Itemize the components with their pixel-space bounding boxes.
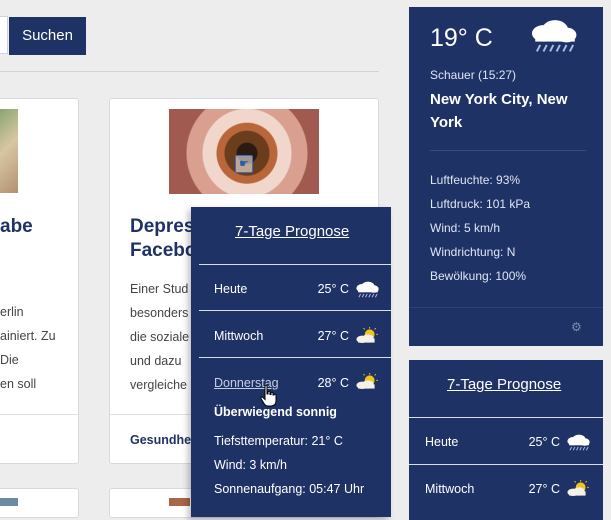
excerpt-line: die soziale bbox=[130, 330, 190, 344]
rain-cloud-icon bbox=[530, 19, 578, 53]
forecast-divider bbox=[409, 417, 603, 418]
top-divider bbox=[0, 71, 379, 72]
forecast-panel-title[interactable]: 7-Tage Prognose bbox=[447, 376, 561, 393]
wind-direction-value: Windrichtung: N bbox=[430, 245, 516, 259]
article-thumbnail-left[interactable] bbox=[0, 109, 18, 193]
weather-footer-divider bbox=[409, 307, 603, 308]
rain-cloud-icon bbox=[566, 434, 591, 451]
hand-cursor-icon bbox=[260, 384, 277, 407]
weather-divider bbox=[430, 150, 586, 151]
card-divider bbox=[0, 414, 78, 415]
excerpt-line: Die bbox=[0, 353, 19, 367]
gear-icon[interactable]: ⚙ bbox=[571, 320, 582, 334]
forecast-temp: 27° C bbox=[528, 482, 560, 496]
sun-cloud-icon bbox=[355, 326, 379, 344]
current-temperature: 19° C bbox=[430, 24, 493, 52]
excerpt-line: Einer Stud bbox=[130, 282, 189, 296]
excerpt-line: besonders bbox=[130, 306, 189, 320]
forecast-divider bbox=[199, 264, 391, 265]
excerpt-line: vergleiche bbox=[130, 378, 187, 392]
weather-city: New York City, New York bbox=[430, 91, 568, 131]
forecast-day-label: Mittwoch bbox=[214, 329, 264, 343]
weather-status: Schauer (15:27) bbox=[430, 68, 517, 82]
sun-cloud-icon bbox=[355, 372, 379, 390]
search-button[interactable]: Suchen bbox=[9, 17, 86, 55]
sunrise-time: Sonnenaufgang: 05:47 Uhr bbox=[214, 482, 365, 496]
sun-cloud-icon bbox=[566, 479, 590, 497]
forecast-temp: 25° C bbox=[317, 282, 349, 296]
article-thumbnail-mid[interactable] bbox=[169, 109, 319, 194]
excerpt-line: und dazu bbox=[130, 354, 182, 368]
forecast-divider bbox=[199, 357, 391, 358]
article-title-line: Depres bbox=[130, 216, 195, 237]
search-input[interactable] bbox=[0, 16, 8, 54]
forecast-wind: Wind: 3 km/h bbox=[214, 458, 287, 472]
pressure-value: Luftdruck: 101 kPa bbox=[430, 197, 531, 211]
article-excerpt-mid: Einer Stud besonders die soziale und daz… bbox=[130, 277, 192, 397]
article-title-mid[interactable]: Depres Facebo bbox=[130, 215, 200, 263]
excerpt-line: ainiert. Zu bbox=[0, 329, 56, 343]
forecast-divider bbox=[409, 464, 603, 465]
thumbs-down-icon: ☛ bbox=[235, 155, 253, 173]
forecast-temp: 28° C bbox=[317, 376, 349, 390]
forecast-popup-title[interactable]: 7-Tage Prognose bbox=[235, 223, 349, 240]
forecast-day-label: Heute bbox=[425, 435, 459, 449]
min-temperature: Tiefsttemperatur: 21° C bbox=[214, 434, 343, 448]
article-title-line: Facebo bbox=[130, 240, 197, 261]
forecast-divider bbox=[199, 310, 391, 311]
article-category-link[interactable]: Gesundhe bbox=[130, 433, 192, 447]
forecast-day-label: Mittwoch bbox=[425, 482, 475, 496]
rain-cloud-icon bbox=[355, 281, 380, 298]
excerpt-line: en soll bbox=[0, 377, 37, 391]
forecast-day-label: Heute bbox=[214, 282, 248, 296]
forecast-temp: 27° C bbox=[317, 329, 349, 343]
article-title-left[interactable]: abe bbox=[0, 215, 33, 239]
humidity-value: Luftfeuchte: 93% bbox=[430, 173, 521, 187]
article-excerpt-left: erlin ainiert. Zu Die en soll bbox=[0, 300, 56, 396]
forecast-temp: 25° C bbox=[528, 435, 560, 449]
cloud-cover-value: Bewölkung: 100% bbox=[430, 269, 527, 283]
wind-value: Wind: 5 km/h bbox=[430, 221, 501, 235]
article-thumbnail-mid-bottom bbox=[169, 498, 190, 506]
article-thumbnail-left-bottom bbox=[0, 498, 18, 506]
excerpt-line: erlin bbox=[0, 305, 24, 319]
